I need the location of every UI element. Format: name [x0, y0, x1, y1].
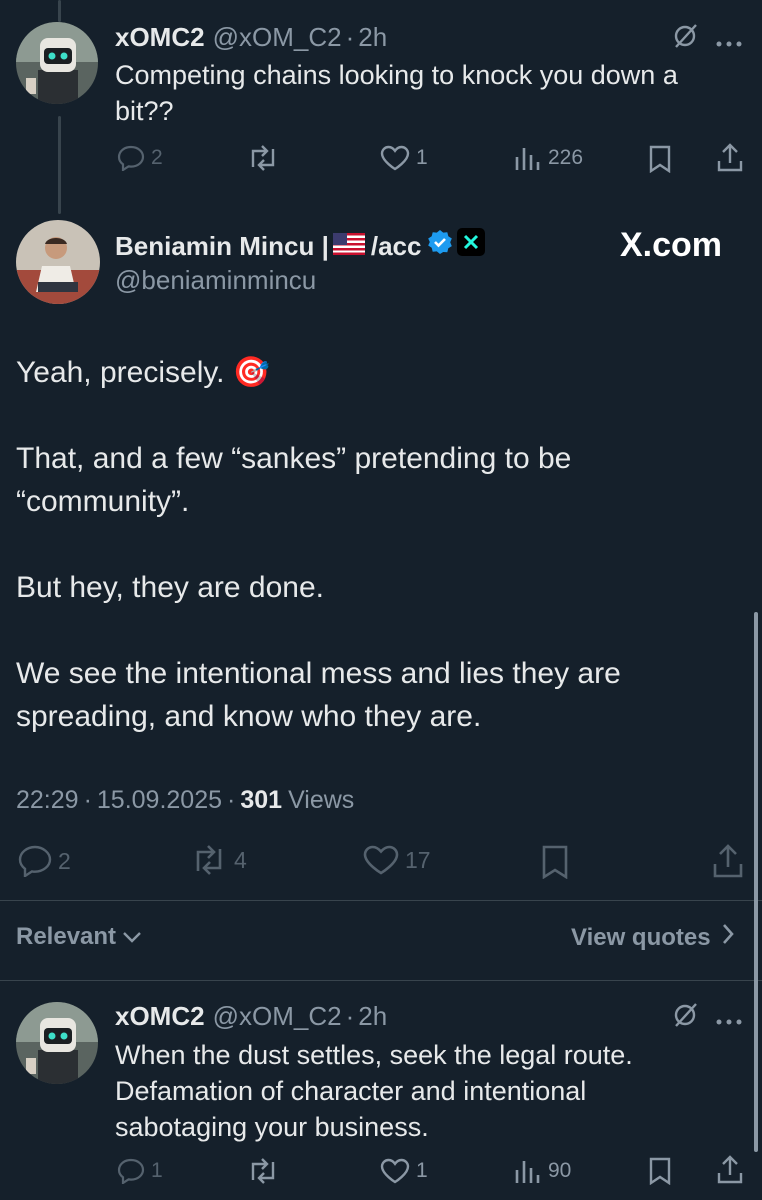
handle[interactable]: @xOM_C2: [213, 21, 342, 53]
author-name[interactable]: Beniamin Mincu |: [115, 230, 329, 262]
view-quotes-link[interactable]: View quotes: [571, 923, 735, 952]
repost-button[interactable]: [246, 145, 286, 171]
divider-bottom: [0, 980, 762, 981]
reply-button[interactable]: 1: [117, 1158, 163, 1184]
display-name[interactable]: xOMC2: [115, 1000, 205, 1032]
thread-line-top: [58, 0, 61, 22]
view-quotes-label: View quotes: [571, 923, 711, 951]
reply-top-text: Competing chains looking to knock you do…: [115, 60, 678, 126]
views-count: 226: [548, 146, 584, 169]
bookmark-icon: [541, 845, 569, 883]
avatar-xomc2-bottom[interactable]: [16, 1002, 98, 1084]
like-icon: [380, 1158, 410, 1184]
repost-icon: [190, 845, 228, 875]
repost-icon: [246, 145, 280, 171]
reply-button[interactable]: 2: [18, 845, 71, 877]
repost-button[interactable]: [246, 1158, 286, 1184]
like-icon: [363, 845, 399, 875]
post-paragraph-4: We see the intentional mess and lies the…: [16, 657, 621, 733]
timestamp[interactable]: 2h: [358, 1000, 387, 1032]
repost-icon: [246, 1158, 280, 1184]
reply-icon: [117, 1158, 145, 1184]
share-icon: [716, 1155, 744, 1189]
bookmark-button[interactable]: [541, 845, 569, 884]
reply-bottom-header: xOMC2 @xOM_C2 · 2h: [115, 1000, 387, 1032]
divider-top: [0, 900, 762, 901]
bookmark-icon: [648, 145, 672, 177]
bookmark-button[interactable]: [648, 1157, 672, 1190]
like-icon: [380, 145, 410, 171]
author-handle[interactable]: @beniaminmincu: [115, 265, 316, 296]
views-label: Views: [288, 786, 355, 814]
avatar-xomc2-top[interactable]: [16, 22, 98, 104]
views-count: 90: [548, 1159, 572, 1182]
author-row: Beniamin Mincu | /acc: [115, 228, 486, 263]
bookmark-button[interactable]: [648, 145, 672, 178]
like-count: 17: [405, 846, 431, 873]
avatar-beniamin[interactable]: [16, 220, 100, 304]
post-meta: 22:29 · 15.09.2025 · 301 Views: [16, 786, 354, 815]
chevron-right-icon: [721, 923, 735, 952]
reply-count: 2: [151, 146, 163, 169]
separator-dot: ·: [345, 1001, 355, 1031]
reply-bottom-text: When the dust settles, seek the legal ro…: [115, 1040, 633, 1142]
reply-icon: [117, 145, 145, 171]
meta-separator: ·: [227, 786, 236, 814]
chevron-down-icon: [122, 923, 142, 951]
share-icon: [716, 143, 744, 177]
like-count: 1: [416, 146, 428, 169]
views-icon: [514, 145, 542, 171]
separator-dot: ·: [345, 22, 355, 52]
x-com-watermark: X.com: [620, 226, 723, 264]
post-time[interactable]: 22:29: [16, 786, 79, 815]
verified-badge-icon[interactable]: [427, 229, 453, 262]
more-icon[interactable]: [716, 1012, 744, 1030]
reply-count: 2: [58, 847, 71, 874]
like-button[interactable]: 1: [380, 145, 428, 171]
reply-button[interactable]: 2: [117, 145, 163, 171]
thread-line-middle: [58, 116, 61, 214]
like-count: 1: [416, 1159, 428, 1182]
post-paragraph-3: But hey, they are done.: [16, 571, 324, 604]
display-name[interactable]: xOMC2: [115, 21, 205, 53]
views-button[interactable]: 226: [514, 145, 583, 171]
us-flag-icon: [332, 230, 365, 262]
scrollbar-thumb[interactable]: [754, 612, 758, 1152]
share-button[interactable]: [712, 843, 744, 884]
share-button[interactable]: [716, 1155, 744, 1190]
sort-label: Relevant: [16, 923, 117, 950]
views-button[interactable]: 90: [514, 1158, 571, 1184]
reply-icon: [18, 845, 52, 877]
post-paragraph-1: Yeah, precisely. 🎯: [16, 356, 271, 389]
sort-dropdown[interactable]: Relevant: [16, 923, 142, 951]
grok-icon[interactable]: [672, 22, 700, 55]
like-button[interactable]: 17: [363, 845, 431, 875]
more-icon[interactable]: [716, 34, 744, 52]
repost-count: 4: [234, 846, 247, 873]
share-icon: [712, 844, 744, 883]
like-button[interactable]: 1: [380, 1158, 428, 1184]
share-button[interactable]: [716, 143, 744, 178]
views-icon: [514, 1158, 542, 1184]
reply-count: 1: [151, 1159, 163, 1182]
views-count: 301: [240, 786, 283, 814]
project-logo-icon[interactable]: [457, 228, 486, 263]
grok-icon[interactable]: [672, 1001, 700, 1034]
bookmark-icon: [648, 1157, 672, 1189]
post-paragraph-2: That, and a few “sankes” pretending to b…: [16, 442, 572, 518]
reply-top-header: xOMC2 @xOM_C2 · 2h: [115, 21, 387, 53]
post-date[interactable]: 15.09.2025: [97, 786, 222, 815]
handle[interactable]: @xOM_C2: [213, 1000, 342, 1032]
meta-separator: ·: [83, 786, 92, 814]
repost-button[interactable]: 4: [190, 845, 247, 875]
timestamp[interactable]: 2h: [358, 21, 387, 53]
author-name-suffix[interactable]: /acc: [371, 230, 422, 262]
